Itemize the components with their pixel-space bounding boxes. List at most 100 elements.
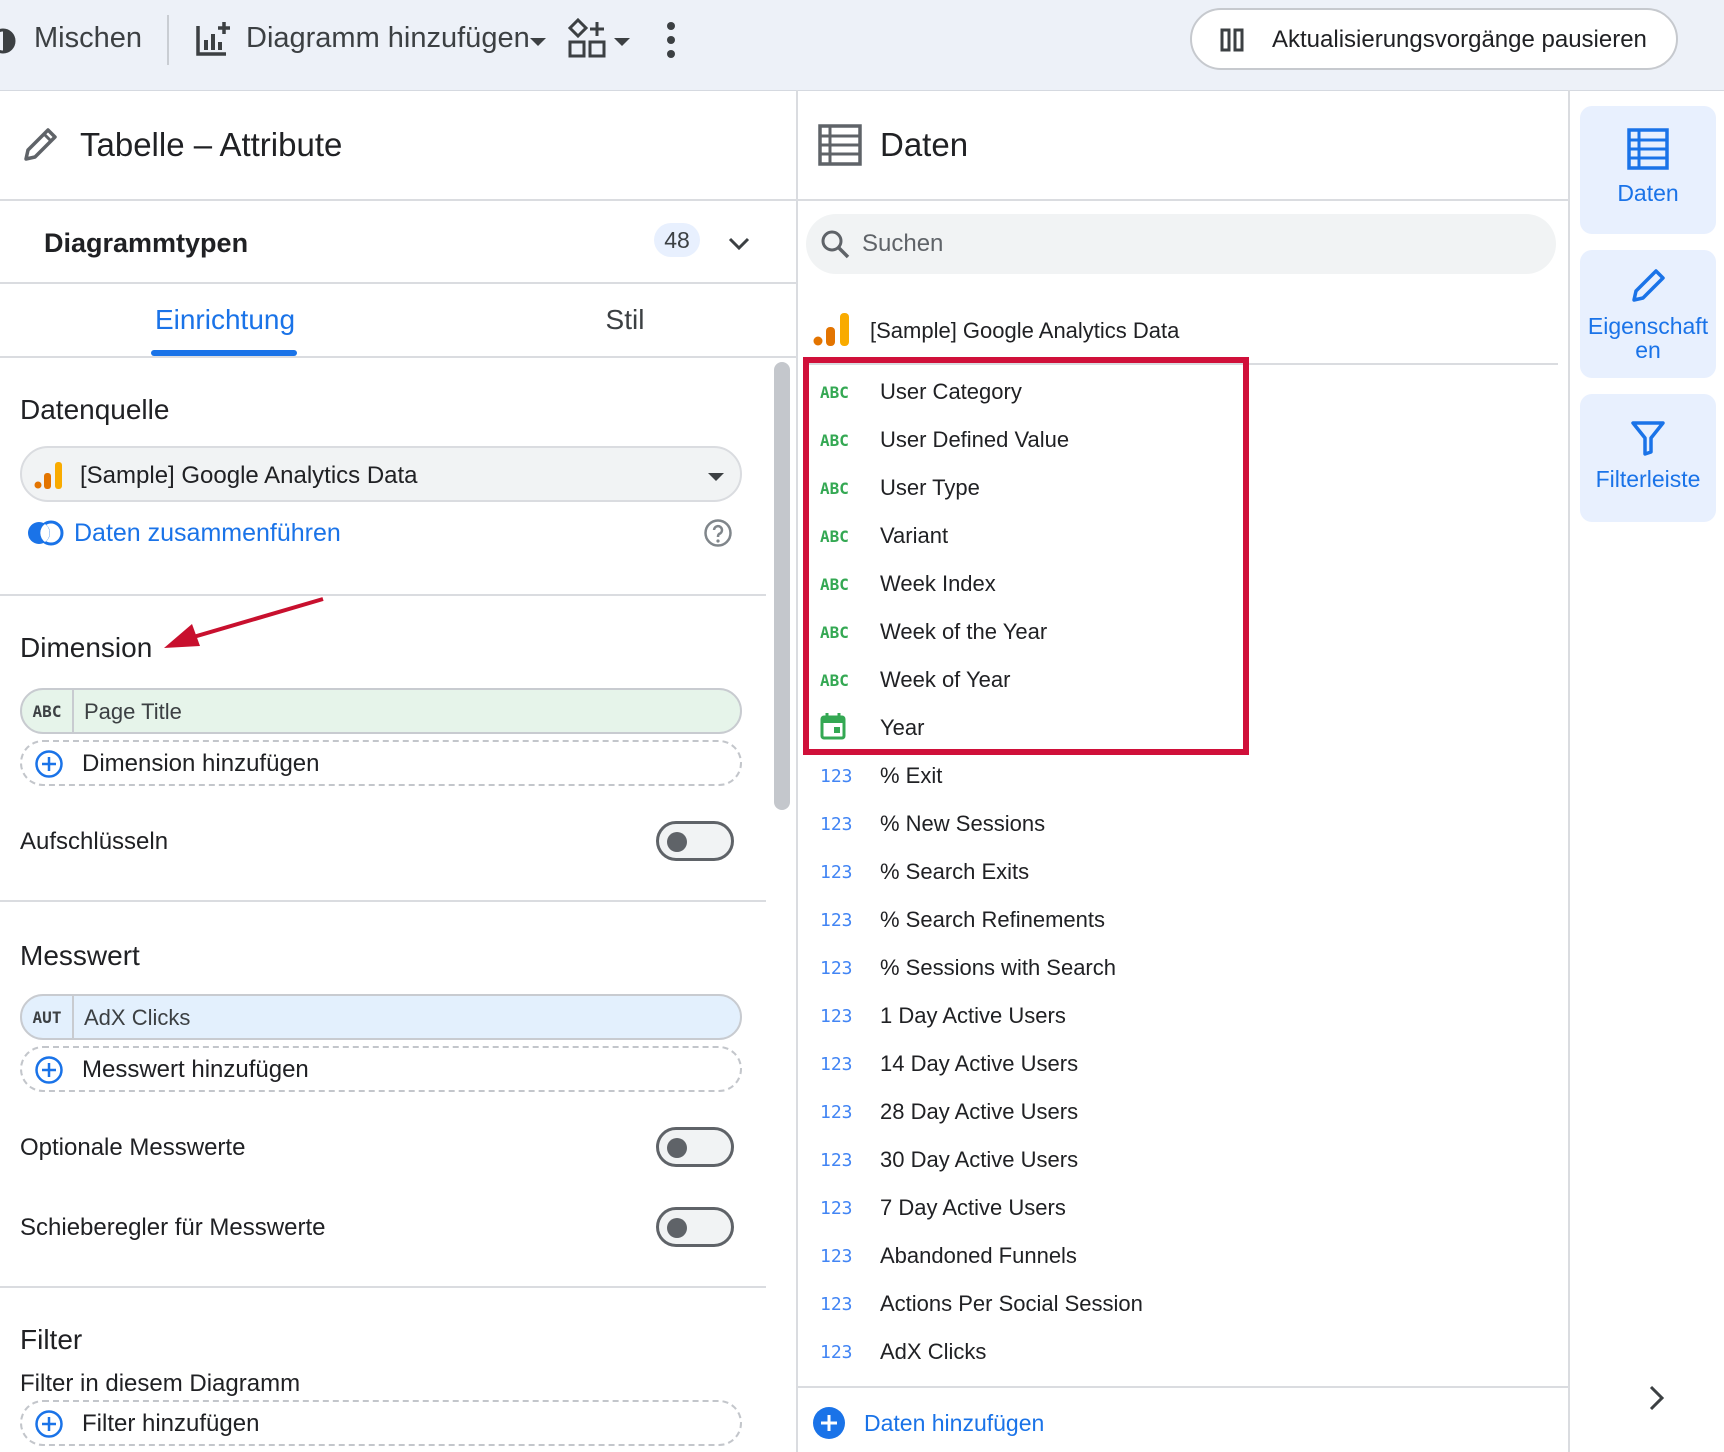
divider xyxy=(0,356,796,358)
panel-divider xyxy=(1568,90,1570,1452)
panel-divider xyxy=(796,90,798,1452)
divider xyxy=(0,900,766,902)
chart-types-count-badge: 48 xyxy=(654,223,700,257)
field-type-badge: 123 xyxy=(820,957,853,979)
add-data-button[interactable]: Daten hinzufügen xyxy=(864,1410,1044,1437)
field-type-badge: 123 xyxy=(820,1293,853,1315)
field-name: % Search Exits xyxy=(880,859,1030,884)
properties-scrollbar[interactable] xyxy=(774,362,790,810)
field-type-badge: 123 xyxy=(820,765,853,787)
tab-style[interactable]: Stil xyxy=(520,304,730,336)
datasource-select[interactable]: [Sample] Google Analytics Data xyxy=(20,446,742,502)
field-search[interactable]: Suchen xyxy=(806,214,1556,274)
field-item[interactable]: 123 1 Day Active Users xyxy=(820,992,1560,1040)
drilldown-toggle[interactable] xyxy=(656,821,734,861)
rail-properties-button[interactable]: Eigenschaften xyxy=(1580,250,1716,378)
field-type-badge: 123 xyxy=(820,1053,853,1075)
blend-icon[interactable] xyxy=(26,520,64,546)
tab-setup[interactable]: Einrichtung xyxy=(120,304,330,336)
toggle-knob xyxy=(667,1218,687,1238)
optional-metrics-toggle[interactable] xyxy=(656,1127,734,1167)
rail-filterbar-button[interactable]: Filterleiste xyxy=(1580,394,1716,522)
rail-data-label: Daten xyxy=(1617,180,1679,206)
field-item[interactable]: 123 30 Day Active Users xyxy=(820,1136,1560,1184)
add-chart-button[interactable]: Diagramm hinzufügen xyxy=(246,22,530,55)
toolbar-divider xyxy=(167,15,169,65)
divider xyxy=(0,1286,766,1288)
add-circle-icon xyxy=(34,1409,64,1439)
field-item[interactable]: 123 Actions Per Social Session xyxy=(820,1280,1560,1328)
dimension-chip[interactable]: ABC Page Title xyxy=(20,688,742,734)
drilldown-label: Aufschlüsseln xyxy=(20,828,169,855)
field-type-badge: 123 xyxy=(820,1245,853,1267)
filter-icon xyxy=(1630,420,1666,456)
chevron-right-icon[interactable] xyxy=(1648,1384,1666,1412)
field-item[interactable]: 123 % Sessions with Search xyxy=(820,944,1560,992)
analytics-logo-icon xyxy=(812,311,852,347)
mix-button[interactable]: Mischen xyxy=(34,22,142,55)
highlight-box xyxy=(803,357,1249,755)
metric-heading: Messwert xyxy=(20,940,140,971)
data-source-name: [Sample] Google Analytics Data xyxy=(870,318,1180,343)
field-item[interactable]: 123 AdX Clicks xyxy=(820,1328,1560,1376)
rail-data-button[interactable]: Daten xyxy=(1580,106,1716,234)
data-table-icon xyxy=(1627,128,1669,170)
field-item[interactable]: 123 % Search Exits xyxy=(820,848,1560,896)
annotation-arrow xyxy=(160,596,330,656)
field-item[interactable]: 123 14 Day Active Users xyxy=(820,1040,1560,1088)
field-type-badge: 123 xyxy=(820,813,853,835)
add-metric-button[interactable]: Messwert hinzufügen xyxy=(20,1046,742,1092)
field-name: AdX Clicks xyxy=(880,1339,987,1364)
more-vert-icon[interactable] xyxy=(664,20,678,60)
field-item[interactable]: 123 7 Day Active Users xyxy=(820,1184,1560,1232)
filter-heading: Filter xyxy=(20,1324,83,1355)
pause-updates-button[interactable]: Aktualisierungsvorgänge pausieren xyxy=(1190,8,1678,70)
divider xyxy=(798,1386,1568,1388)
mix-icon[interactable] xyxy=(0,24,20,58)
divider xyxy=(798,199,1568,201)
optional-metrics-label: Optionale Messwerte xyxy=(20,1134,246,1161)
add-data-icon[interactable] xyxy=(812,1406,846,1440)
add-chart-dropdown-icon[interactable] xyxy=(530,35,546,46)
chart-types-row[interactable]: Diagrammtypen 48 xyxy=(0,201,796,283)
filter-subheading: Filter in diesem Diagramm xyxy=(20,1370,301,1397)
add-control-icon[interactable] xyxy=(567,17,608,58)
chevron-down-icon[interactable] xyxy=(728,237,750,251)
field-name: % Exit xyxy=(880,763,943,788)
field-name: Abandoned Funnels xyxy=(880,1243,1077,1268)
field-name: 7 Day Active Users xyxy=(880,1195,1066,1220)
field-item[interactable]: 123 % Search Refinements xyxy=(820,896,1560,944)
metric-slider-toggle[interactable] xyxy=(656,1207,734,1247)
data-panel-title: Daten xyxy=(880,126,969,163)
field-type-badge: 123 xyxy=(820,1005,853,1027)
pause-updates-label: Aktualisierungsvorgänge pausieren xyxy=(1272,26,1647,53)
field-name: % Search Refinements xyxy=(880,907,1105,932)
field-item[interactable]: 123 % New Sessions xyxy=(820,800,1560,848)
add-dimension-button[interactable]: Dimension hinzufügen xyxy=(20,740,742,786)
metric-chip[interactable]: AUT AdX Clicks xyxy=(20,994,742,1040)
add-dimension-label: Dimension hinzufügen xyxy=(82,750,320,777)
analytics-logo-icon xyxy=(34,460,64,490)
add-chart-icon[interactable] xyxy=(194,18,234,58)
field-item[interactable]: 123 Abandoned Funnels xyxy=(820,1232,1560,1280)
chart-types-label: Diagrammtypen xyxy=(44,228,249,258)
pencil-icon xyxy=(20,125,60,165)
rail-properties-label: Eigenschaften xyxy=(1587,313,1709,363)
add-control-dropdown-icon[interactable] xyxy=(614,35,630,46)
field-name: 1 Day Active Users xyxy=(880,1003,1066,1028)
field-item[interactable]: 123 % Exit xyxy=(820,752,1560,800)
field-name: Actions Per Social Session xyxy=(880,1291,1143,1316)
dimension-heading: Dimension xyxy=(20,632,153,663)
search-icon xyxy=(820,229,850,259)
pause-icon xyxy=(1220,28,1244,52)
add-metric-label: Messwert hinzufügen xyxy=(82,1056,309,1083)
field-name: 30 Day Active Users xyxy=(880,1147,1079,1172)
help-icon[interactable] xyxy=(703,518,733,548)
blend-data-link[interactable]: Daten zusammenführen xyxy=(74,519,341,548)
field-item[interactable]: 123 28 Day Active Users xyxy=(820,1088,1560,1136)
metric-chip-type: AUT xyxy=(22,996,74,1038)
toggle-knob xyxy=(667,832,687,852)
dimension-chip-label: Page Title xyxy=(84,699,182,724)
dimension-chip-type: ABC xyxy=(22,690,74,732)
add-filter-button[interactable]: Filter hinzufügen xyxy=(20,1400,742,1446)
